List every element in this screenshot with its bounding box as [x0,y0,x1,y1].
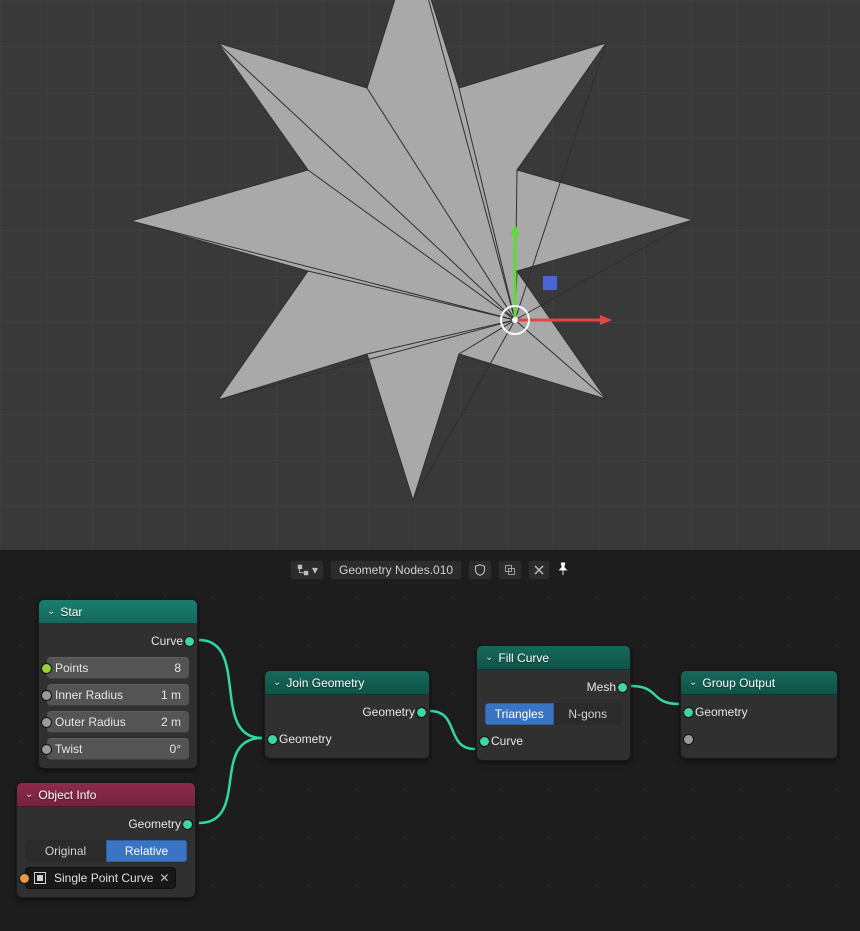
socket-geometry-output[interactable] [416,707,427,718]
node-fill-curve[interactable]: ⌄ Fill Curve Mesh Triangles N-gons Curve [476,645,631,761]
node-header[interactable]: ⌄ Star [39,600,197,624]
node-join-geometry[interactable]: ⌄ Join Geometry Geometry Geometry [264,670,430,759]
points-field[interactable]: Points 8 [47,657,189,679]
socket-mesh-output[interactable] [617,682,628,693]
output-label: Geometry [362,705,415,719]
transform-original-button[interactable]: Original [25,840,106,862]
chevron-down-icon: ⌄ [25,789,33,800]
pin-button[interactable] [556,562,570,579]
node-group-output[interactable]: ⌄ Group Output Geometry [680,670,838,759]
node-object-info[interactable]: ⌄ Object Info Geometry Original Relative… [16,782,196,898]
input-label: Geometry [695,705,748,719]
node-header[interactable]: ⌄ Group Output [681,671,837,695]
socket-outer-radius-input[interactable] [41,717,52,728]
node-title: Fill Curve [498,651,549,665]
socket-empty-input[interactable] [683,734,694,745]
node-title: Group Output [702,676,775,690]
transform-relative-button[interactable]: Relative [106,840,187,862]
output-label: Mesh [587,680,616,694]
viewport-3d[interactable] [0,0,860,550]
shield-icon [474,564,486,576]
node-title: Object Info [38,788,96,802]
nodegroup-browse-button[interactable]: ▾ [290,560,324,580]
inner-radius-field[interactable]: Inner Radius 1 m [47,684,189,706]
input-label: Geometry [279,732,332,746]
mode-ngons-button[interactable]: N-gons [554,703,623,725]
duplicate-icon [504,564,516,576]
chevron-down-icon: ⌄ [485,652,493,663]
socket-object-input[interactable] [19,873,30,884]
output-label: Geometry [128,817,181,831]
node-title: Join Geometry [286,676,364,690]
object-picker-field[interactable]: Single Point Curve ✕ [25,867,176,889]
chevron-down-icon: ⌄ [273,677,281,688]
socket-curve-input[interactable] [479,736,490,747]
twist-field[interactable]: Twist 0° [47,738,189,760]
chevron-down-icon: ⌄ [47,606,55,617]
socket-points-input[interactable] [41,663,52,674]
node-header[interactable]: ⌄ Join Geometry [265,671,429,695]
node-star[interactable]: ⌄ Star Curve Points 8 Inner Radius 1 m O… [38,599,198,769]
pin-icon [556,562,570,576]
fake-user-button[interactable] [468,560,492,580]
socket-inner-radius-input[interactable] [41,690,52,701]
unlink-nodegroup-button[interactable] [528,560,550,580]
node-header[interactable]: ⌄ Fill Curve [477,646,630,670]
mode-triangles-button[interactable]: Triangles [485,703,554,725]
socket-geometry-output[interactable] [182,819,193,830]
input-label: Curve [491,734,523,748]
nodegroup-name-field[interactable]: Geometry Nodes.010 [330,560,462,580]
node-editor-header: ▾ Geometry Nodes.010 [0,558,860,582]
duplicate-nodegroup-button[interactable] [498,560,522,580]
close-icon [534,565,544,575]
socket-curve-output[interactable] [184,636,195,647]
chevron-down-icon: ⌄ [689,677,697,688]
node-title: Star [60,605,82,619]
output-label: Curve [151,634,183,648]
object-data-icon [32,870,48,886]
socket-geometry-input[interactable] [267,734,278,745]
node-header[interactable]: ⌄ Object Info [17,783,195,807]
socket-geometry-input[interactable] [683,707,694,718]
outer-radius-field[interactable]: Outer Radius 2 m [47,711,189,733]
node-tree-icon [296,563,310,577]
socket-twist-input[interactable] [41,744,52,755]
clear-object-button[interactable]: ✕ [159,871,169,885]
